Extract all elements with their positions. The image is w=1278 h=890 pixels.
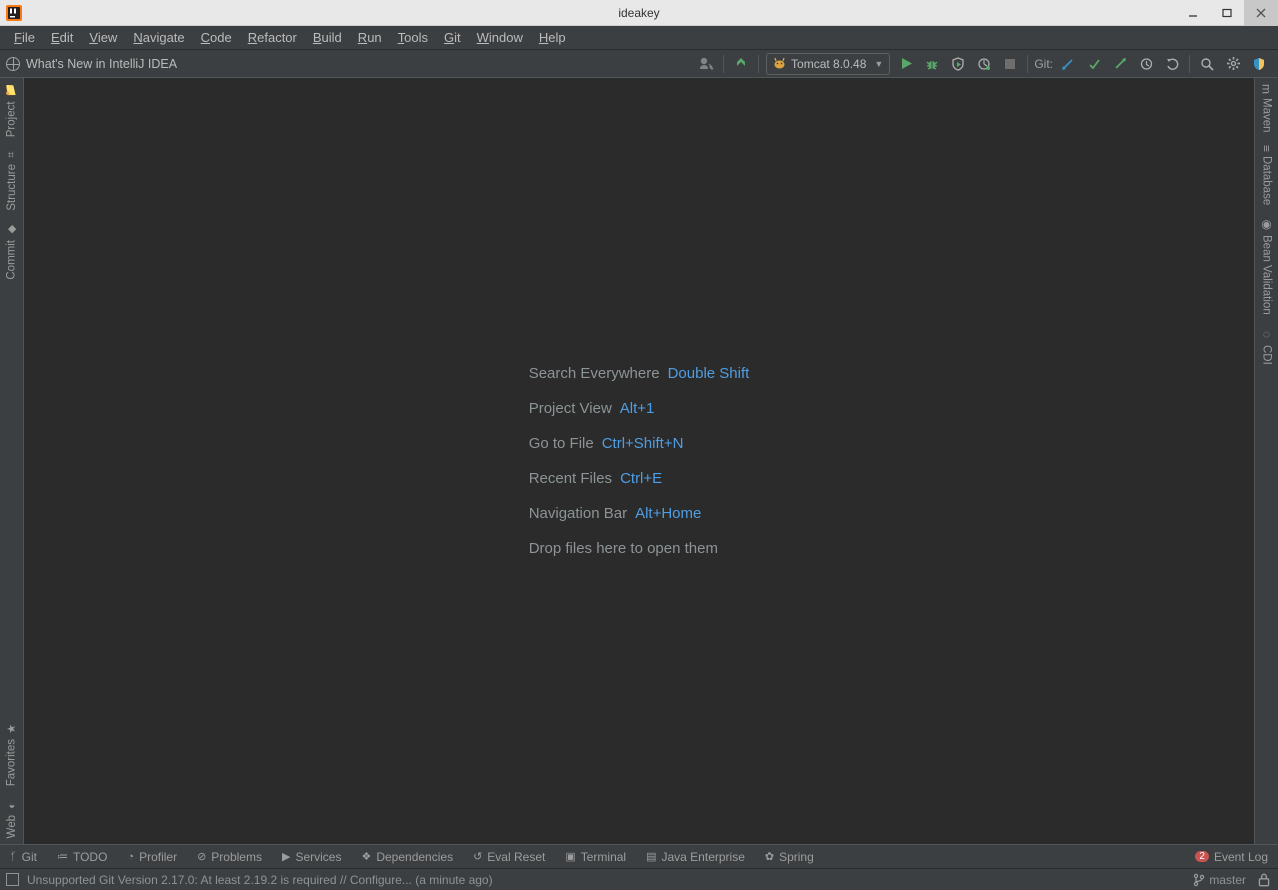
- empty-editor-hints: Search EverywhereDouble Shift Project Vie…: [529, 365, 750, 557]
- app-icon: [6, 5, 22, 21]
- menu-navigate[interactable]: Navigate: [125, 28, 192, 47]
- settings-button[interactable]: [1222, 53, 1244, 75]
- tool-database[interactable]: ≡Database: [1260, 139, 1274, 211]
- globe-icon: [6, 57, 20, 71]
- nav-label[interactable]: What's New in IntelliJ IDEA: [26, 57, 177, 71]
- hint-recent-files: Recent FilesCtrl+E: [529, 470, 750, 487]
- menu-bar: FileEditViewNavigateCodeRefactorBuildRun…: [0, 26, 1278, 50]
- bottom-tool-git[interactable]: ᚶGit: [10, 850, 37, 864]
- right-tool-stripe: mMaven≡Database◉Bean Validation◌CDI: [1254, 78, 1278, 844]
- drop-hint: Drop files here to open them: [529, 540, 750, 557]
- hint-search-everywhere: Search EverywhereDouble Shift: [529, 365, 750, 382]
- hint-navigation-bar: Navigation BarAlt+Home: [529, 505, 750, 522]
- menu-git[interactable]: Git: [436, 28, 469, 47]
- menu-edit[interactable]: Edit: [43, 28, 81, 47]
- run-configuration-combo[interactable]: Tomcat 8.0.48 ▼: [766, 53, 890, 75]
- menu-refactor[interactable]: Refactor: [240, 28, 305, 47]
- tool-structure[interactable]: Structure⌗: [6, 143, 18, 217]
- tool-project[interactable]: Project📁: [5, 78, 18, 143]
- bottom-tool-problems[interactable]: ⊘Problems: [197, 850, 262, 864]
- debug-button[interactable]: [921, 53, 943, 75]
- tomcat-icon: [773, 57, 786, 70]
- tool-web[interactable]: Web◐: [6, 793, 18, 844]
- coverage-button[interactable]: [947, 53, 969, 75]
- event-log-button[interactable]: 2Event Log: [1195, 850, 1268, 864]
- tool-windows-toggle-icon[interactable]: [6, 873, 19, 886]
- close-button[interactable]: [1244, 0, 1278, 26]
- window-title: ideakey: [618, 6, 659, 20]
- git-update-button[interactable]: [1057, 53, 1079, 75]
- tool-commit[interactable]: Commit◆: [5, 217, 18, 286]
- bottom-tool-spring[interactable]: ✿Spring: [765, 850, 814, 864]
- tool-cdi[interactable]: ◌CDI: [1260, 321, 1274, 371]
- run-button[interactable]: [895, 53, 917, 75]
- run-configuration-label: Tomcat 8.0.48: [791, 57, 866, 71]
- bottom-tool-java-enterprise[interactable]: ▤Java Enterprise: [646, 850, 745, 864]
- menu-build[interactable]: Build: [305, 28, 350, 47]
- menu-run[interactable]: Run: [350, 28, 390, 47]
- git-branch-widget[interactable]: master: [1193, 873, 1246, 887]
- menu-tools[interactable]: Tools: [390, 28, 436, 47]
- branch-name: master: [1209, 873, 1246, 887]
- minimize-button[interactable]: [1176, 0, 1210, 26]
- menu-code[interactable]: Code: [193, 28, 240, 47]
- profile-button[interactable]: [973, 53, 995, 75]
- git-rollback-button[interactable]: [1161, 53, 1183, 75]
- menu-help[interactable]: Help: [531, 28, 574, 47]
- build-button[interactable]: [730, 53, 752, 75]
- bottom-tool-eval-reset[interactable]: ↺Eval Reset: [473, 850, 545, 864]
- add-configuration-icon[interactable]: [695, 53, 717, 75]
- git-history-button[interactable]: [1135, 53, 1157, 75]
- menu-file[interactable]: File: [6, 28, 43, 47]
- hint-go-to-file: Go to FileCtrl+Shift+N: [529, 435, 750, 452]
- editor-area[interactable]: Search EverywhereDouble Shift Project Vie…: [24, 78, 1254, 844]
- git-label: Git:: [1034, 57, 1053, 71]
- bottom-tool-profiler[interactable]: ◔Profiler: [127, 850, 177, 864]
- navigation-toolbar: What's New in IntelliJ IDEA Tomcat 8.0.4…: [0, 50, 1278, 78]
- bottom-tool-terminal[interactable]: ▣Terminal: [565, 850, 626, 864]
- dropdown-icon: ▼: [874, 59, 883, 69]
- bottom-tool-stripe: ᚶGit ≔TODO ◔Profiler ⊘Problems ▶Services ❖Dep…: [0, 844, 1278, 868]
- ide-features-button[interactable]: [1248, 53, 1270, 75]
- tool-bean-validation[interactable]: ◉Bean Validation: [1260, 211, 1274, 321]
- lock-icon[interactable]: [1256, 872, 1272, 888]
- git-push-button[interactable]: [1109, 53, 1131, 75]
- hint-project-view: Project ViewAlt+1: [529, 400, 750, 417]
- bottom-tool-todo[interactable]: ≔TODO: [57, 850, 107, 864]
- tool-favorites[interactable]: Favorites★: [5, 716, 18, 792]
- tool-maven[interactable]: mMaven: [1260, 78, 1274, 139]
- status-message[interactable]: Unsupported Git Version 2.17.0: At least…: [27, 873, 493, 887]
- stop-button[interactable]: [999, 53, 1021, 75]
- search-button[interactable]: [1196, 53, 1218, 75]
- git-commit-button[interactable]: [1083, 53, 1105, 75]
- status-bar: Unsupported Git Version 2.17.0: At least…: [0, 868, 1278, 890]
- maximize-button[interactable]: [1210, 0, 1244, 26]
- window-titlebar: ideakey: [0, 0, 1278, 26]
- bottom-tool-services[interactable]: ▶Services: [282, 850, 341, 864]
- left-tool-stripe: Project📁Structure⌗Commit◆ Favorites★Web◐: [0, 78, 24, 844]
- menu-window[interactable]: Window: [469, 28, 531, 47]
- menu-view[interactable]: View: [81, 28, 125, 47]
- bottom-tool-dependencies[interactable]: ❖Dependencies: [361, 850, 453, 864]
